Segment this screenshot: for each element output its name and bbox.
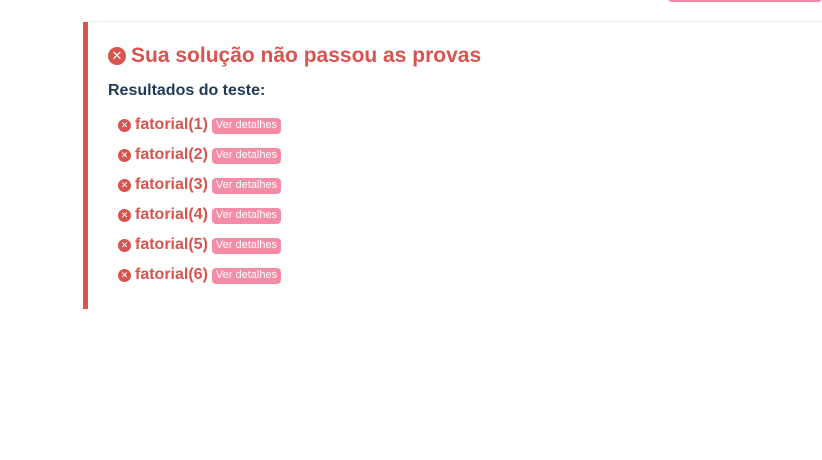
test-result-item: ✕ fatorial(2) Ver detalhes	[118, 140, 822, 170]
test-results-list: ✕ fatorial(1) Ver detalhes ✕ fatorial(2)…	[108, 110, 822, 290]
test-name: fatorial(6)	[135, 266, 208, 283]
times-circle-icon: ✕	[118, 238, 131, 252]
view-details-button[interactable]: Ver detalhes	[211, 118, 282, 134]
test-name: fatorial(1)	[135, 116, 208, 133]
view-details-button[interactable]: Ver detalhes	[211, 178, 282, 194]
test-result-item: ✕ fatorial(5) Ver detalhes	[118, 230, 822, 260]
test-name: fatorial(5)	[135, 236, 208, 253]
test-result-item: ✕ fatorial(3) Ver detalhes	[118, 170, 822, 200]
test-result-item: ✕ fatorial(4) Ver detalhes	[118, 200, 822, 230]
times-circle-icon: ✕	[118, 208, 131, 222]
times-circle-icon: ✕	[108, 47, 126, 65]
times-circle-icon: ✕	[118, 148, 131, 162]
view-details-button[interactable]: Ver detalhes	[211, 238, 282, 254]
view-details-button[interactable]: Ver detalhes	[211, 148, 282, 164]
test-name: fatorial(2)	[135, 146, 208, 163]
test-result-item: ✕ fatorial(1) Ver detalhes	[118, 110, 822, 140]
times-circle-icon: ✕	[118, 178, 131, 192]
times-circle-icon: ✕	[118, 118, 131, 132]
view-details-button[interactable]: Ver detalhes	[211, 268, 282, 284]
times-circle-icon: ✕	[118, 268, 131, 282]
test-results-panel: ✕ Sua solução não passou as provas Resul…	[83, 22, 822, 309]
top-button-partial[interactable]	[668, 0, 822, 2]
result-title-text: Sua solução não passou as provas	[131, 44, 482, 67]
result-title: ✕ Sua solução não passou as provas	[108, 42, 822, 70]
view-details-button[interactable]: Ver detalhes	[211, 208, 282, 224]
test-name: fatorial(4)	[135, 206, 208, 223]
test-result-item: ✕ fatorial(6) Ver detalhes	[118, 260, 822, 290]
test-name: fatorial(3)	[135, 176, 208, 193]
results-heading: Resultados do teste:	[108, 82, 266, 99]
